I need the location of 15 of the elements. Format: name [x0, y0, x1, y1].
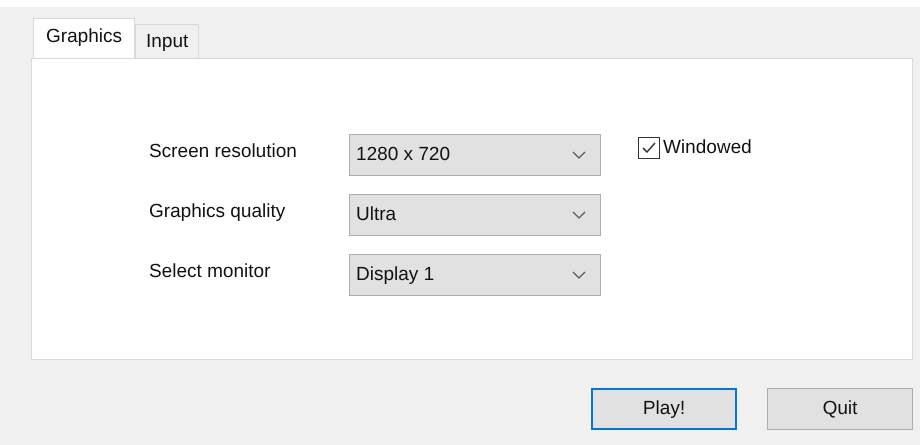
setting-label: Graphics quality — [149, 201, 286, 223]
dropdown[interactable]: 1280 x 720 — [349, 134, 601, 176]
button[interactable]: Quit — [767, 388, 913, 430]
caret-icon — [572, 211, 586, 219]
checkbox[interactable] — [638, 137, 660, 159]
dropdown[interactable]: Ultra — [349, 194, 601, 236]
dropdown[interactable]: Display 1 — [349, 254, 601, 296]
tab[interactable]: Graphics — [33, 18, 136, 58]
checkbox-label: Windowed — [663, 137, 752, 159]
setting-label: Select monitor — [149, 261, 272, 283]
setting-label: Screen resolution — [149, 141, 298, 163]
button[interactable]: Play! — [591, 388, 737, 430]
tab[interactable]: Input — [135, 24, 200, 58]
caret-icon — [572, 271, 586, 279]
caret-icon — [572, 151, 586, 159]
